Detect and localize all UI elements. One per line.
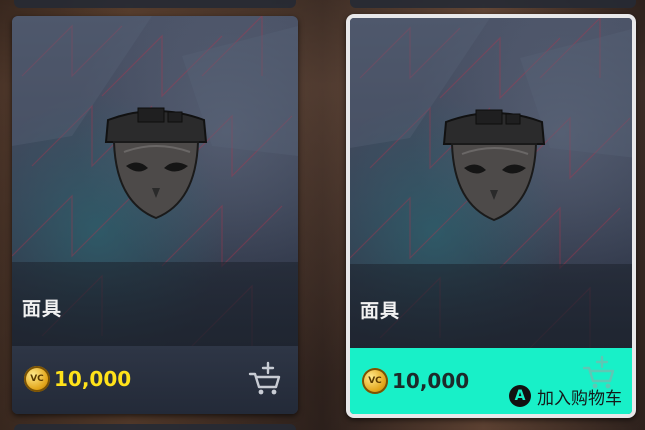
store-item-card[interactable]: 面具 VC 10,000 bbox=[12, 16, 298, 414]
card-peek-bottom-left bbox=[14, 424, 296, 430]
mask-icon bbox=[442, 109, 546, 222]
store-item-card-selected[interactable]: 面具 VC 10,000 A 加入购物车 bbox=[346, 14, 636, 418]
mask-icon bbox=[104, 107, 208, 220]
item-name: 面具 bbox=[22, 298, 63, 320]
vc-coin-icon: VC bbox=[362, 368, 388, 394]
add-to-cart-icon[interactable] bbox=[248, 360, 282, 396]
add-to-cart-button[interactable]: A 加入购物车 bbox=[509, 384, 622, 409]
item-price: 10,000 bbox=[392, 369, 470, 393]
item-name: 面具 bbox=[360, 300, 401, 322]
item-price: 10,000 bbox=[54, 367, 132, 391]
card-peek-top-right bbox=[350, 0, 636, 8]
add-to-cart-label: 加入购物车 bbox=[537, 388, 622, 409]
vc-coin-icon: VC bbox=[24, 366, 50, 392]
a-button-icon: A bbox=[509, 385, 531, 407]
price-bar: VC 10,000 A 加入购物车 bbox=[350, 348, 632, 414]
price-bar: VC 10,000 bbox=[12, 346, 298, 414]
card-peek-top-left bbox=[14, 0, 296, 8]
